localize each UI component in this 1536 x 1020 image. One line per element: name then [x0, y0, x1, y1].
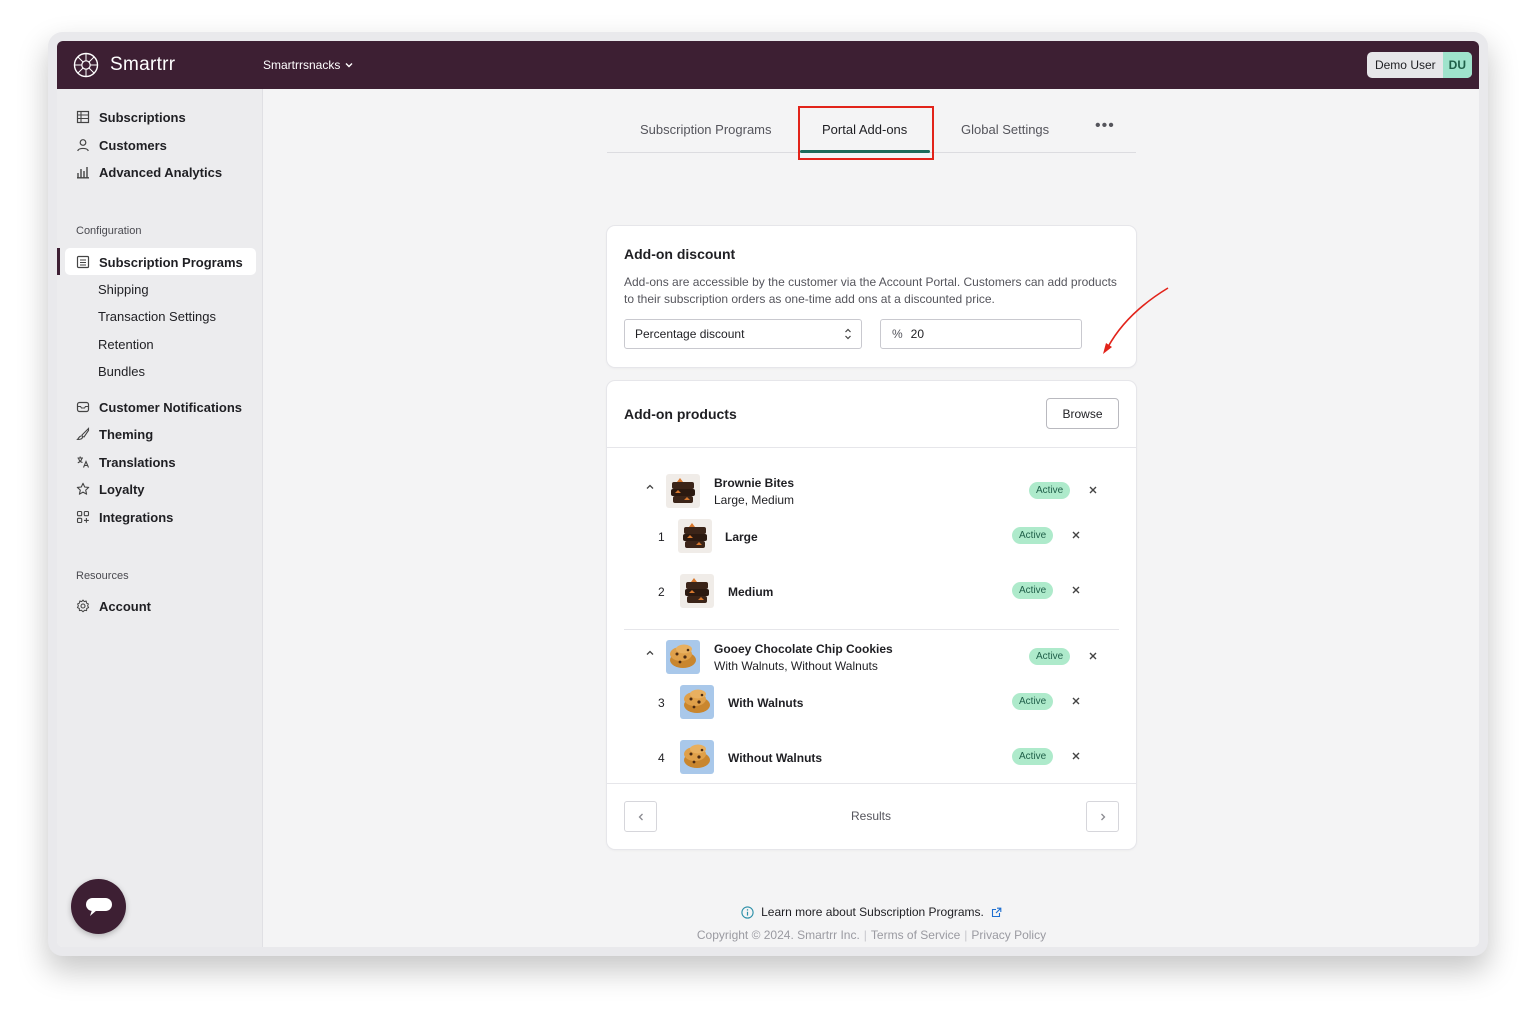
app-window: Smartrr Smartrrsnacks Demo User DU Subsc… — [57, 41, 1479, 947]
annotation-arrow-icon — [1103, 287, 1169, 354]
